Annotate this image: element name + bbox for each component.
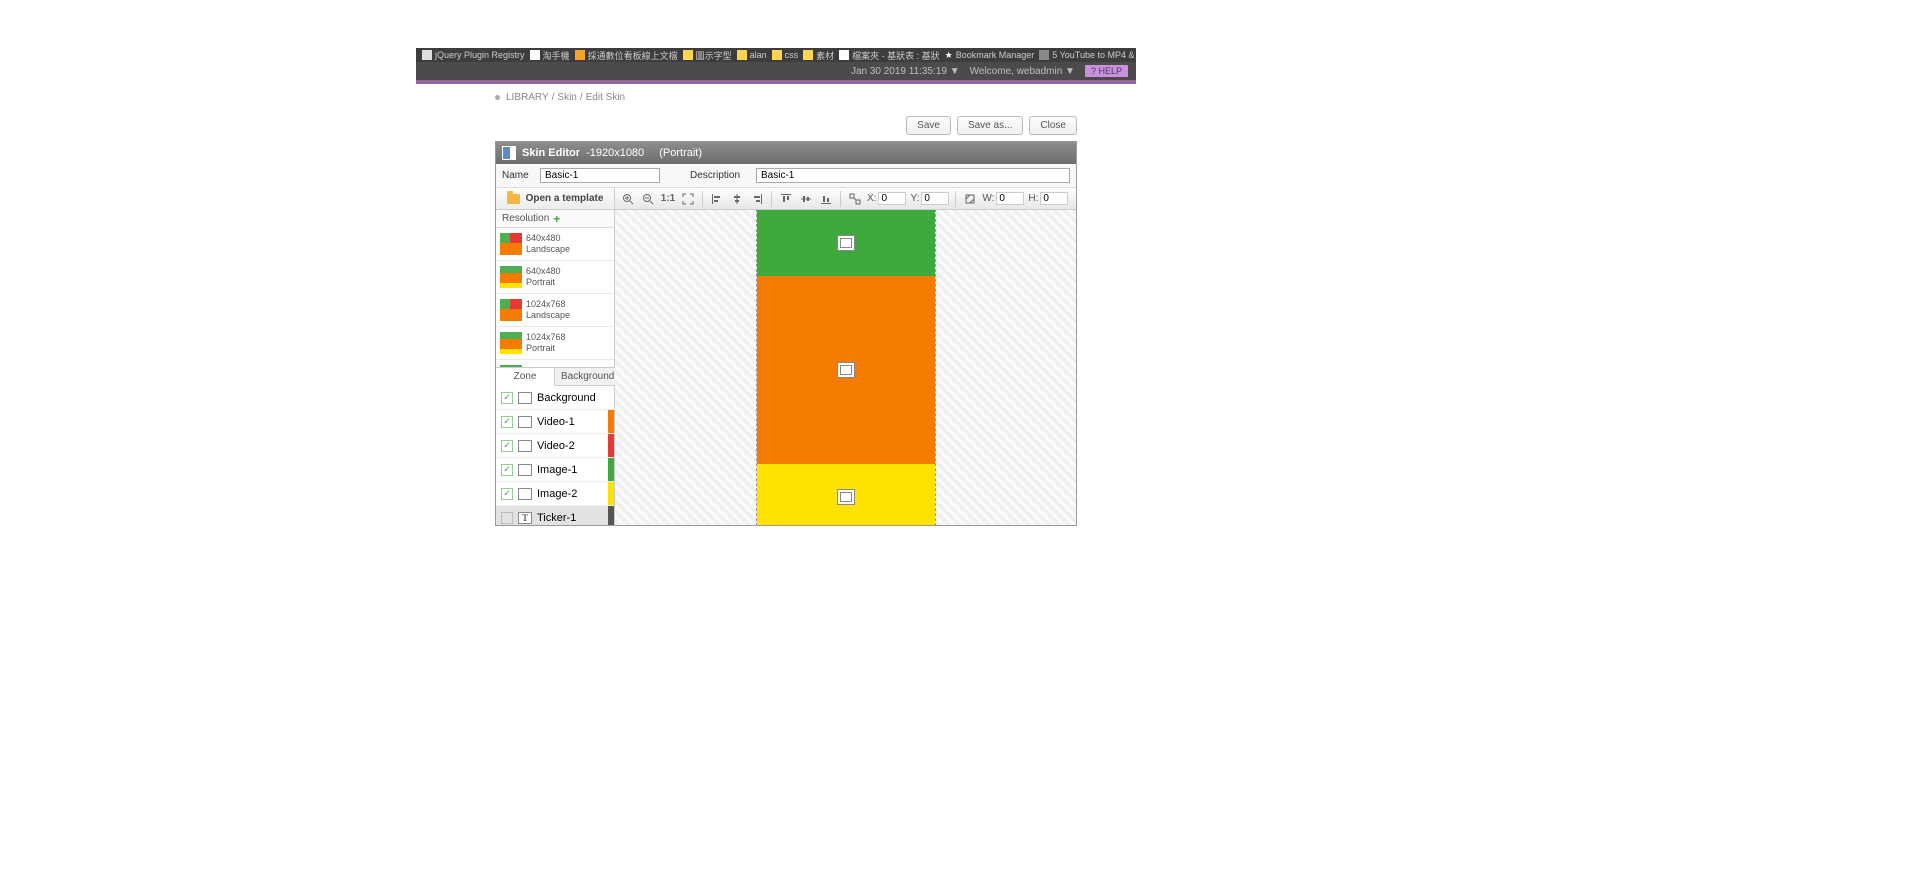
tab-background[interactable]: Background <box>555 368 621 386</box>
datetime: Jan 30 2019 11:35:19 ▼ <box>851 66 960 77</box>
y-input[interactable] <box>921 192 949 205</box>
bookmark-item[interactable]: ★Bookmark Manager <box>945 50 1035 61</box>
resolution-list[interactable]: 640x480Landscape 640x480Portrait 1024x76… <box>496 228 614 367</box>
name-input[interactable] <box>540 168 660 183</box>
checkbox-icon[interactable]: ✓ <box>501 464 513 476</box>
zone-item-video1[interactable]: ✓Video-1 <box>496 410 614 434</box>
position-icon[interactable] <box>847 191 863 207</box>
bookmark-item[interactable]: 5 YouTube to MP4 & M <box>1039 50 1136 60</box>
zone-item-image2[interactable]: ✓Image-2 <box>496 482 614 506</box>
y-label: Y: <box>910 193 919 204</box>
bookmark-item[interactable]: 淘手機 <box>530 49 570 62</box>
zone-image2[interactable] <box>757 464 935 525</box>
save-button[interactable]: Save <box>906 116 951 135</box>
zone-image1[interactable] <box>757 210 935 276</box>
crumb-library[interactable]: LIBRARY <box>506 92 549 103</box>
size-icon[interactable] <box>962 191 978 207</box>
tab-zone[interactable]: Zone <box>496 368 555 386</box>
breadcrumb: LIBRARY / Skin / Edit Skin <box>495 88 1077 106</box>
w-label: W: <box>982 193 994 204</box>
saveas-button[interactable]: Save as... <box>957 116 1023 135</box>
align-left-icon[interactable] <box>709 191 725 207</box>
skin-editor: Skin Editor-1920x1080 (Portrait) Name De… <box>495 141 1077 526</box>
bookmarks-bar: jQuery Plugin Registry 淘手機 採通數位看板線上文檔 圖示… <box>416 48 1136 62</box>
bookmark-item[interactable]: css <box>772 50 799 60</box>
checkbox-icon[interactable]: ✓ <box>501 416 513 428</box>
name-label: Name <box>502 170 534 181</box>
resolution-item[interactable]: 1280x720 <box>496 360 614 367</box>
checkbox-icon[interactable]: ✓ <box>501 488 513 500</box>
checkbox-icon[interactable]: ✓ <box>501 440 513 452</box>
bookmark-item[interactable]: jQuery Plugin Registry <box>422 50 525 60</box>
align-bottom-icon[interactable] <box>818 191 834 207</box>
video-icon <box>837 362 855 378</box>
resolution-item[interactable]: 640x480Landscape <box>496 228 614 261</box>
bookmark-item[interactable]: 採通數位看板線上文檔 <box>575 49 678 62</box>
video-icon <box>518 416 532 428</box>
zoom-in-icon[interactable] <box>620 191 636 207</box>
add-resolution-icon[interactable]: + <box>553 214 560 224</box>
canvas-area[interactable] <box>615 210 1076 525</box>
zoom-out-icon[interactable] <box>640 191 656 207</box>
crumb-current: Edit Skin <box>586 92 625 103</box>
x-label: X: <box>867 193 876 204</box>
h-input[interactable] <box>1040 192 1068 205</box>
align-center-icon[interactable] <box>729 191 745 207</box>
open-template-button[interactable]: Open a template <box>496 188 614 210</box>
accent-strip <box>416 80 1136 84</box>
zone-item-ticker1[interactable]: TTicker-1 <box>496 506 614 525</box>
w-input[interactable] <box>996 192 1024 205</box>
checkbox-icon[interactable] <box>501 512 513 524</box>
help-button[interactable]: ? HELP <box>1085 65 1128 77</box>
image-icon <box>518 488 532 500</box>
image-icon <box>518 392 532 404</box>
resolution-item[interactable]: 1024x768Portrait <box>496 327 614 360</box>
resolution-item[interactable]: 1024x768Landscape <box>496 294 614 327</box>
zone-item-image1[interactable]: ✓Image-1 <box>496 458 614 482</box>
canvas-toolbar: 1:1 X: Y: W: H: <box>615 188 1076 210</box>
editor-icon <box>502 146 516 160</box>
image-icon <box>837 489 855 505</box>
color-swatch <box>608 434 614 457</box>
resolution-header: Resolution + <box>496 210 614 228</box>
folder-icon <box>507 194 520 204</box>
description-label: Description <box>690 170 750 181</box>
fit-screen-icon[interactable] <box>680 191 696 207</box>
bookmark-item[interactable]: alan <box>737 50 767 60</box>
ticker-icon: T <box>518 512 532 524</box>
image-icon <box>837 235 855 251</box>
h-label: H: <box>1028 193 1038 204</box>
close-button[interactable]: Close <box>1029 116 1077 135</box>
checkbox-icon[interactable]: ✓ <box>501 392 513 404</box>
editor-title-bar: Skin Editor-1920x1080 (Portrait) <box>496 142 1076 164</box>
zone-video1[interactable] <box>757 276 935 464</box>
color-swatch <box>608 458 614 481</box>
align-right-icon[interactable] <box>749 191 765 207</box>
video-icon <box>518 440 532 452</box>
resolution-item[interactable]: 640x480Portrait <box>496 261 614 294</box>
image-icon <box>518 464 532 476</box>
zone-item-background[interactable]: ✓Background <box>496 386 614 410</box>
description-input[interactable] <box>756 168 1070 183</box>
align-top-icon[interactable] <box>778 191 794 207</box>
skin-preview[interactable] <box>757 210 935 525</box>
x-input[interactable] <box>878 192 906 205</box>
welcome-user[interactable]: Welcome, webadmin ▼ <box>970 66 1075 77</box>
bookmark-item[interactable]: 檔案夾 - 基狀表 : 基狀 <box>839 49 940 62</box>
crumb-skin[interactable]: Skin <box>557 92 576 103</box>
zone-list: ✓Background ✓Video-1 ✓Video-2 ✓Image-1 ✓… <box>496 386 614 525</box>
align-middle-icon[interactable] <box>798 191 814 207</box>
bookmark-item[interactable]: 圖示字型 <box>683 49 732 62</box>
zoom-actual-icon[interactable]: 1:1 <box>660 191 676 207</box>
bookmark-item[interactable]: 素材 <box>803 49 834 62</box>
color-swatch <box>608 506 614 525</box>
zone-item-video2[interactable]: ✓Video-2 <box>496 434 614 458</box>
top-bar: Jan 30 2019 11:35:19 ▼ Welcome, webadmin… <box>416 62 1136 80</box>
color-swatch <box>608 482 614 505</box>
color-swatch <box>608 410 614 433</box>
